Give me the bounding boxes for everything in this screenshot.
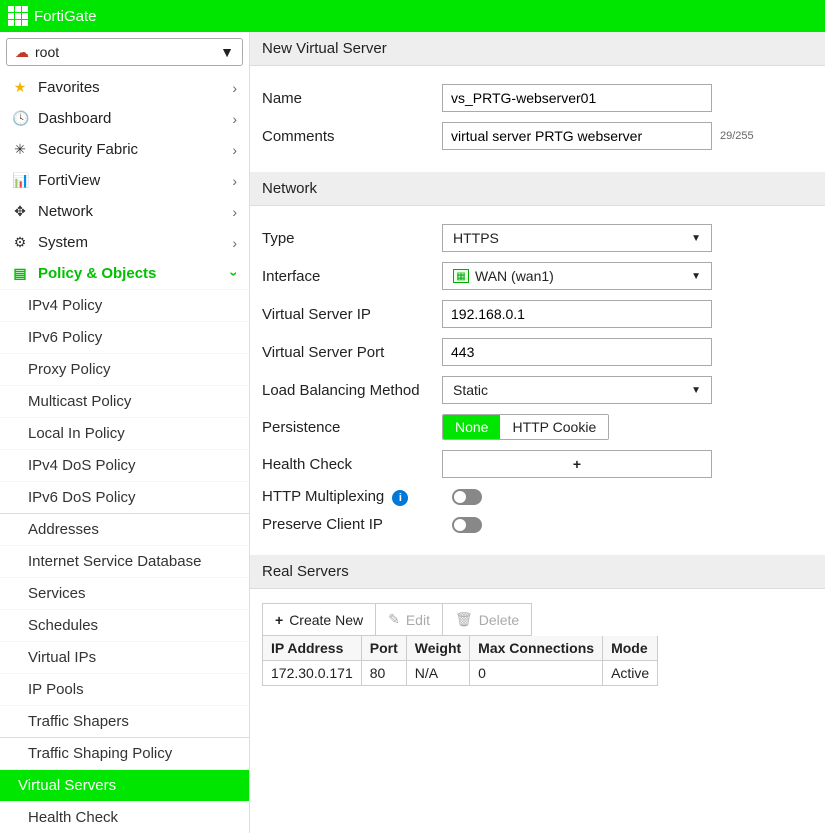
sidebar-item-policy-objects[interactable]: ▤Policy & Objects › (0, 258, 249, 289)
persistence-http-cookie[interactable]: HTTP Cookie (500, 415, 608, 439)
label-lb: Load Balancing Method (262, 382, 442, 399)
table-header: Port (361, 636, 406, 661)
sidebar-item-fortiview[interactable]: 📊FortiView › (0, 165, 249, 196)
preserve-client-ip-toggle[interactable] (452, 517, 482, 533)
sidebar-sub-internet-service-database[interactable]: Internet Service Database (0, 545, 249, 577)
sidebar-item-security-fabric[interactable]: ✳Security Fabric › (0, 134, 249, 165)
sidebar-sub-services[interactable]: Services (0, 577, 249, 609)
comments-counter: 29/255 (720, 130, 754, 142)
chevron-right-icon: › (232, 80, 237, 96)
lb-select[interactable]: Static▼ (442, 376, 712, 404)
vdom-label: root (35, 44, 59, 60)
sidebar-sub-schedules[interactable]: Schedules (0, 609, 249, 641)
table-cell: N/A (406, 661, 469, 686)
table-cell: 0 (470, 661, 603, 686)
pencil-icon: ✎ (388, 611, 400, 628)
page-title: New Virtual Server (250, 32, 825, 66)
sidebar-sub-traffic-shapers[interactable]: Traffic Shapers (0, 705, 249, 737)
vip-input[interactable] (442, 300, 712, 328)
interface-icon: ▦ (453, 269, 469, 283)
comments-input[interactable] (442, 122, 712, 150)
network-icon: ✥ (12, 203, 28, 220)
table-row[interactable]: 172.30.0.17180N/A0Active (263, 661, 657, 686)
delete-button[interactable]: 🗑 Delete (443, 604, 531, 635)
star-icon: ★ (12, 79, 28, 96)
type-select[interactable]: HTTPS▼ (442, 224, 712, 252)
dashboard-icon: 🕓 (12, 110, 28, 127)
healthcheck-add-button[interactable]: + (442, 450, 712, 478)
label-healthcheck: Health Check (262, 456, 442, 473)
chevron-right-icon: › (232, 204, 237, 220)
real-servers-table: IP AddressPortWeightMax ConnectionsMode … (262, 636, 658, 686)
chevron-down-icon: ▼ (220, 44, 234, 60)
sidebar-sub-addresses[interactable]: Addresses (0, 513, 249, 545)
sidebar-sub-ip-pools[interactable]: IP Pools (0, 673, 249, 705)
label-preserve-client-ip: Preserve Client IP (262, 516, 442, 533)
sidebar-sub-proxy-policy[interactable]: Proxy Policy (0, 353, 249, 385)
sidebar-sub-traffic-shaping-policy[interactable]: Traffic Shaping Policy (0, 737, 249, 769)
persistence-toggle: None HTTP Cookie (442, 414, 609, 440)
top-bar: FortiGate (0, 0, 825, 32)
edit-button[interactable]: ✎ Edit (376, 604, 443, 635)
brand-logo: FortiGate (8, 6, 97, 26)
sidebar-item-system[interactable]: ⚙System › (0, 227, 249, 258)
table-header: IP Address (263, 636, 361, 661)
plus-icon: + (275, 612, 283, 628)
real-servers-toolbar: + Create New ✎ Edit 🗑 Delete (262, 603, 532, 636)
chevron-down-icon: ▼ (691, 271, 701, 282)
name-input[interactable] (442, 84, 712, 112)
brand-name: FortiGate (34, 8, 97, 25)
sidebar-sub-ipv4-dos-policy[interactable]: IPv4 DoS Policy (0, 449, 249, 481)
chevron-right-icon: › (232, 173, 237, 189)
http-mux-toggle[interactable] (452, 489, 482, 505)
network-header: Network (250, 172, 825, 206)
table-cell: Active (603, 661, 658, 686)
sidebar-item-favorites[interactable]: ★Favorites › (0, 72, 249, 103)
trash-icon: 🗑 (455, 611, 473, 628)
info-icon[interactable]: i (392, 490, 408, 506)
sidebar-sub-virtual-servers[interactable]: Virtual Servers (0, 769, 249, 801)
fabric-icon: ✳ (12, 141, 28, 158)
sidebar-item-network[interactable]: ✥Network › (0, 196, 249, 227)
table-header: Weight (406, 636, 469, 661)
chevron-down-icon: ▼ (691, 385, 701, 396)
real-servers-header: Real Servers (250, 555, 825, 589)
sidebar-sub-local-in-policy[interactable]: Local In Policy (0, 417, 249, 449)
sidebar: ☁ root ▼ ★Favorites › 🕓Dashboard › ✳Secu… (0, 32, 250, 833)
create-new-button[interactable]: + Create New (263, 604, 376, 635)
label-persistence: Persistence (262, 419, 442, 436)
sidebar-sub-ipv4-policy[interactable]: IPv4 Policy (0, 289, 249, 321)
policy-icon: ▤ (12, 265, 28, 282)
table-header: Max Connections (470, 636, 603, 661)
logo-icon (8, 6, 28, 26)
label-interface: Interface (262, 268, 442, 285)
table-header: Mode (603, 636, 658, 661)
chevron-right-icon: › (232, 235, 237, 251)
table-cell: 172.30.0.171 (263, 661, 361, 686)
label-type: Type (262, 230, 442, 247)
chevron-right-icon: › (232, 142, 237, 158)
label-comments: Comments (262, 128, 442, 145)
chevron-down-icon: › (227, 271, 243, 276)
vdom-selector[interactable]: ☁ root ▼ (6, 38, 243, 66)
sidebar-sub-ipv6-dos-policy[interactable]: IPv6 DoS Policy (0, 481, 249, 513)
persistence-none[interactable]: None (443, 415, 500, 439)
gear-icon: ⚙ (12, 234, 28, 251)
interface-select[interactable]: ▦WAN (wan1) ▼ (442, 262, 712, 290)
chart-icon: 📊 (12, 172, 28, 189)
vport-input[interactable] (442, 338, 712, 366)
chevron-right-icon: › (232, 111, 237, 127)
chevron-down-icon: ▼ (691, 233, 701, 244)
label-vip: Virtual Server IP (262, 306, 442, 323)
content-pane: New Virtual Server Name Comments 29/255 … (250, 32, 825, 833)
label-vport: Virtual Server Port (262, 344, 442, 361)
cloud-icon: ☁ (15, 44, 29, 61)
label-name: Name (262, 90, 442, 107)
sidebar-sub-ipv6-policy[interactable]: IPv6 Policy (0, 321, 249, 353)
label-http-mux: HTTP Multiplexing i (262, 488, 442, 506)
sidebar-sub-virtual-ips[interactable]: Virtual IPs (0, 641, 249, 673)
table-cell: 80 (361, 661, 406, 686)
sidebar-sub-multicast-policy[interactable]: Multicast Policy (0, 385, 249, 417)
sidebar-item-dashboard[interactable]: 🕓Dashboard › (0, 103, 249, 134)
